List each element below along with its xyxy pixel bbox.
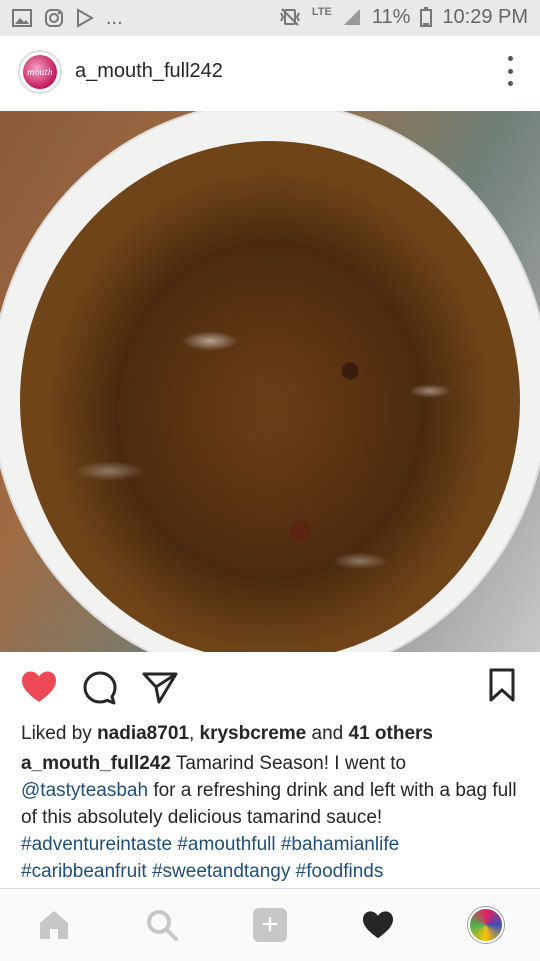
home-icon: [40, 911, 68, 939]
caption-author[interactable]: a_mouth_full242: [21, 753, 171, 774]
hashtag[interactable]: #adventureintaste: [21, 834, 172, 855]
comment-icon[interactable]: [82, 670, 118, 706]
likes-and: and: [311, 723, 344, 744]
status-overflow: ...: [106, 7, 123, 29]
vibrate-mute-icon: [279, 8, 300, 26]
avatar-logo: mouth: [23, 55, 57, 89]
hashtag[interactable]: #sweetandtangy: [152, 861, 290, 882]
post-header: mouth a_mouth_full242: [0, 36, 540, 112]
battery-icon: [420, 7, 433, 27]
likes-separator: ,: [188, 723, 195, 744]
hashtag[interactable]: #bahamianlife: [281, 834, 399, 855]
add-post-icon: +: [253, 908, 287, 942]
bookmark-icon[interactable]: [488, 668, 516, 702]
hashtag[interactable]: #caribbeanfruit: [21, 861, 147, 882]
nav-search[interactable]: [144, 907, 180, 943]
image-notification-icon: [12, 9, 32, 27]
bottom-navigation: +: [0, 888, 540, 961]
post-photo[interactable]: [0, 111, 540, 652]
hashtag[interactable]: #amouthfull: [177, 834, 275, 855]
clock: 10:29 PM: [442, 6, 528, 28]
hashtag[interactable]: #foodfinds: [296, 861, 384, 882]
likes-prefix: Liked by: [21, 723, 92, 744]
nav-profile[interactable]: [468, 907, 504, 943]
heart-icon[interactable]: [20, 670, 58, 704]
battery-percent: 11%: [371, 6, 411, 28]
liker-link[interactable]: nadia8701: [97, 723, 189, 744]
post-username[interactable]: a_mouth_full242: [75, 60, 223, 83]
post-actions: [0, 652, 540, 724]
caption-text: Tamarind Season! I went to: [175, 753, 407, 774]
more-options-icon[interactable]: [506, 56, 514, 86]
instagram-notification-icon: [45, 9, 63, 27]
share-icon[interactable]: [141, 670, 179, 706]
likes-summary: Liked by nadia8701, krysbcreme and 41 ot…: [21, 722, 433, 746]
nav-home[interactable]: [36, 907, 72, 943]
profile-icon: [468, 907, 504, 943]
avatar[interactable]: mouth: [18, 50, 62, 94]
nav-add-post[interactable]: +: [252, 907, 288, 943]
signal-icon: [343, 9, 360, 25]
tamarind-sauce-image: [20, 141, 520, 652]
play-store-notification-icon: [77, 8, 94, 28]
network-type: LTE: [311, 6, 332, 18]
activity-heart-icon: [363, 911, 393, 939]
post-caption: a_mouth_full242 Tamarind Season! I went …: [21, 750, 526, 885]
search-icon: [147, 910, 178, 941]
status-bar: ... LTE 11% 10:29 PM: [0, 0, 540, 36]
nav-activity[interactable]: [360, 907, 396, 943]
caption-mention[interactable]: @tastyteasbah: [21, 780, 148, 801]
liker-link[interactable]: krysbcreme: [200, 723, 307, 744]
likes-others-link[interactable]: 41 others: [349, 723, 433, 744]
